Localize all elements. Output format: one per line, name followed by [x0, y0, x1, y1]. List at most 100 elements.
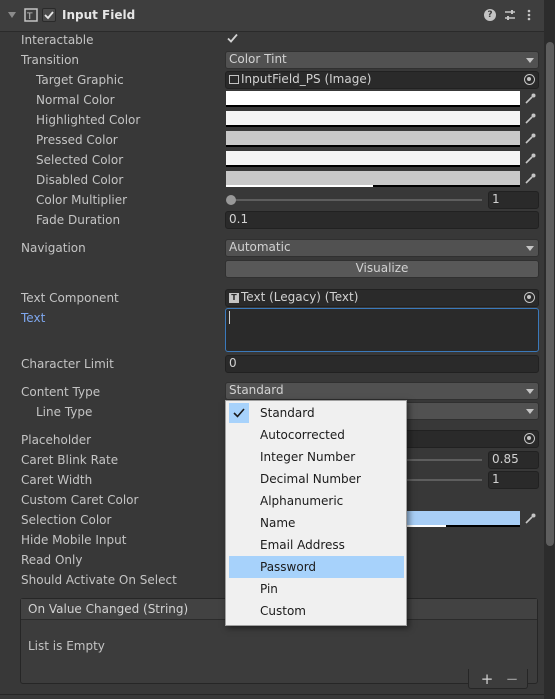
content-type-value: Standard [229, 383, 284, 397]
menu-item-name[interactable]: Name [229, 512, 404, 534]
disabled-color-alpha-fill [226, 185, 373, 187]
caret-width-label: Caret Width [21, 473, 93, 487]
text-component-value: Text (Legacy) (Text) [241, 290, 359, 304]
add-button[interactable]: + [480, 670, 494, 688]
interactable-label: Interactable [21, 33, 94, 47]
eyedropper-icon[interactable] [522, 91, 538, 107]
selection-color-alpha-bar [446, 525, 520, 527]
menu-item-alphanumeric[interactable]: Alphanumeric [229, 490, 404, 512]
more-icon[interactable] [526, 8, 532, 22]
character-limit-label: Character Limit [21, 357, 114, 371]
list-buttons-footer [468, 669, 528, 689]
menu-item-decimal-number[interactable]: Decimal Number [229, 468, 404, 490]
enabled-checkbox[interactable] [42, 8, 56, 22]
color-multiplier-value: 1 [492, 192, 500, 206]
menu-item-label: Pin [260, 582, 278, 596]
target-graphic-value: InputField_PS (Image) [241, 72, 372, 86]
selection-color-label: Selection Color [21, 513, 112, 527]
text-label: Text [21, 311, 46, 325]
menu-item-label: Email Address [260, 538, 345, 552]
object-picker-icon[interactable] [524, 292, 535, 303]
text-caret [229, 311, 230, 324]
navigation-label: Navigation [21, 241, 86, 255]
eyedropper-icon[interactable] [522, 171, 538, 187]
event-title: On Value Changed (String) [28, 602, 189, 616]
eyedropper-icon[interactable] [522, 151, 538, 167]
eyedropper-icon[interactable] [522, 511, 538, 527]
caret-width-value: 1 [492, 472, 500, 486]
menu-item-custom[interactable]: Custom [229, 600, 404, 622]
chevron-down-icon [526, 389, 534, 394]
image-icon [229, 75, 239, 84]
character-limit-input[interactable] [225, 355, 539, 373]
target-graphic-label: Target Graphic [36, 73, 124, 87]
text-area[interactable] [225, 308, 539, 352]
scrollbar-thumb[interactable] [546, 42, 554, 546]
menu-item-integer-number[interactable]: Integer Number [229, 446, 404, 468]
menu-item-label: Decimal Number [260, 472, 361, 486]
transition-label: Transition [21, 53, 80, 67]
visualize-label: Visualize [355, 261, 409, 275]
color-multiplier-label: Color Multiplier [36, 193, 128, 207]
selected-color-alpha-bar [226, 165, 520, 167]
content-type-label: Content Type [21, 385, 101, 399]
checkmark-icon [229, 403, 249, 423]
eyedropper-icon[interactable] [522, 131, 538, 147]
selected-color-label: Selected Color [36, 153, 124, 167]
normal-color-label: Normal Color [36, 93, 115, 107]
caret-blink-rate-value: 0.85 [492, 452, 519, 466]
event-empty-text: List is Empty [28, 639, 105, 653]
placeholder-label: Placeholder [21, 433, 92, 447]
chevron-down-icon [526, 58, 534, 63]
menu-item-pin[interactable]: Pin [229, 578, 404, 600]
divider [0, 694, 544, 695]
fade-duration-input[interactable] [225, 211, 539, 229]
script-icon: T [24, 8, 38, 22]
chevron-down-icon [526, 409, 534, 414]
svg-text:T: T [26, 12, 33, 22]
eyedropper-icon[interactable] [522, 111, 538, 127]
color-multiplier-handle[interactable] [226, 195, 236, 205]
highlighted-color-alpha-bar [226, 125, 520, 127]
menu-item-label: Autocorrected [260, 428, 345, 442]
transition-value: Color Tint [229, 52, 287, 66]
menu-item-label: Alphanumeric [260, 494, 344, 508]
pressed-color-label: Pressed Color [36, 133, 118, 147]
color-multiplier-track[interactable] [231, 199, 482, 201]
fade-duration-value: 0.1 [229, 212, 249, 226]
text-icon: T [229, 293, 239, 303]
text-component-label: Text Component [21, 291, 119, 305]
help-icon[interactable]: ? [484, 9, 496, 21]
fade-duration-label: Fade Duration [36, 213, 121, 227]
read-only-label: Read Only [21, 553, 83, 567]
component-title: Input Field [62, 8, 136, 22]
pressed-color-alpha-bar [226, 145, 520, 147]
hide-mobile-input-label: Hide Mobile Input [21, 533, 127, 547]
menu-item-autocorrected[interactable]: Autocorrected [229, 424, 404, 446]
custom-caret-color-label: Custom Caret Color [21, 493, 139, 507]
object-picker-icon[interactable] [524, 74, 535, 85]
menu-item-label: Integer Number [260, 450, 356, 464]
preset-icon[interactable] [503, 8, 517, 22]
menu-item-label: Standard [260, 406, 315, 420]
highlighted-color-label: Highlighted Color [36, 113, 141, 127]
normal-color-alpha-bar [226, 105, 520, 107]
remove-button[interactable]: − [505, 670, 519, 688]
disabled-color-alpha-bar [373, 185, 520, 187]
foldout-arrow-icon[interactable] [8, 12, 16, 18]
menu-item-label: Custom [260, 604, 306, 618]
disabled-color-label: Disabled Color [36, 173, 124, 187]
menu-item-email-address[interactable]: Email Address [229, 534, 404, 556]
object-picker-icon[interactable] [524, 433, 535, 444]
character-limit-value: 0 [229, 356, 237, 370]
line-type-label: Line Type [36, 405, 93, 419]
caret-blink-rate-label: Caret Blink Rate [21, 453, 119, 467]
menu-item-label: Name [260, 516, 296, 530]
interactable-checkbox[interactable] [226, 32, 239, 45]
menu-item-label: Password [260, 560, 317, 574]
should-activate-label: Should Activate On Select [21, 573, 177, 587]
navigation-value: Automatic [229, 240, 291, 254]
menu-item-password[interactable]: Password [229, 556, 404, 578]
chevron-down-icon [526, 246, 534, 251]
menu-item-standard[interactable]: Standard [229, 402, 404, 424]
